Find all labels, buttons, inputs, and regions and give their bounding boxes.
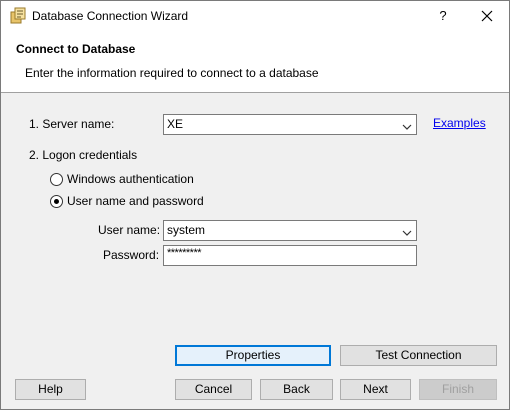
finish-button[interactable]: Finish [419, 379, 497, 400]
properties-button[interactable]: Properties [175, 345, 331, 366]
windows-auth-radio[interactable] [50, 173, 63, 186]
windows-auth-label[interactable]: Windows authentication [67, 172, 194, 186]
help-title-button[interactable]: ? [431, 4, 455, 28]
username-combobox[interactable]: system [163, 220, 417, 241]
page-subtitle: Enter the information required to connec… [25, 66, 319, 80]
database-wizard-icon [9, 7, 27, 25]
chevron-down-icon[interactable] [402, 120, 412, 130]
page-title: Connect to Database [16, 42, 136, 56]
user-pass-label[interactable]: User name and password [67, 194, 204, 208]
help-button[interactable]: Help [15, 379, 86, 400]
password-label: Password: [103, 248, 160, 262]
username-label: User name: [98, 223, 161, 237]
logon-credentials-label: 2. Logon credentials [29, 148, 138, 162]
password-value: ********* [167, 247, 202, 259]
username-value: system [167, 223, 206, 237]
window-title: Database Connection Wizard [32, 9, 189, 23]
server-name-value: XE [167, 117, 184, 131]
server-name-label: 1. Server name: [29, 117, 115, 131]
test-connection-button[interactable]: Test Connection [340, 345, 497, 366]
title-bar[interactable]: Database Connection Wizard ? [1, 1, 509, 31]
close-icon[interactable] [473, 4, 501, 28]
server-name-combobox[interactable]: XE [163, 114, 417, 135]
cancel-button[interactable]: Cancel [175, 379, 252, 400]
dialog-window: Database Connection Wizard ? Connect to … [0, 0, 510, 410]
user-pass-radio[interactable] [50, 195, 63, 208]
examples-link[interactable]: Examples [433, 116, 486, 130]
password-field[interactable]: ********* [163, 245, 417, 266]
back-button[interactable]: Back [260, 379, 333, 400]
chevron-down-icon[interactable] [402, 226, 412, 236]
next-button[interactable]: Next [340, 379, 411, 400]
wizard-header: Connect to Database Enter the informatio… [1, 31, 509, 93]
